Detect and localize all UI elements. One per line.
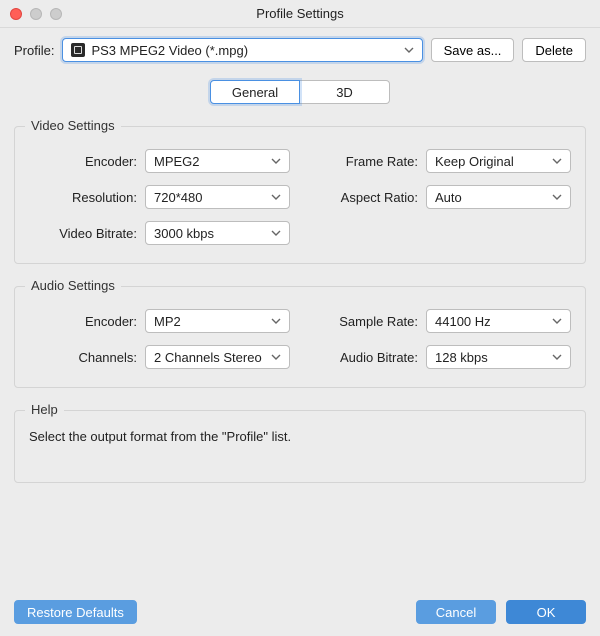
help-text: Select the output format from the "Profi… [29, 429, 571, 444]
video-settings-group: Video Settings Encoder: MPEG2 Frame Rate… [14, 126, 586, 264]
audio-bitrate-label: Audio Bitrate: [310, 350, 418, 365]
resolution-label: Resolution: [29, 190, 137, 205]
aspect-ratio-value: Auto [435, 190, 462, 205]
chevron-down-icon [271, 318, 281, 324]
profile-row: Profile: PS3 MPEG2 Video (*.mpg) Save as… [14, 38, 586, 62]
sample-rate-select[interactable]: 44100 Hz [426, 309, 571, 333]
ok-button[interactable]: OK [506, 600, 586, 624]
audio-bitrate-select[interactable]: 128 kbps [426, 345, 571, 369]
help-title: Help [25, 402, 64, 417]
chevron-down-icon [552, 318, 562, 324]
close-window-button[interactable] [10, 8, 22, 20]
frame-rate-select[interactable]: Keep Original [426, 149, 571, 173]
footer: Restore Defaults Cancel OK [0, 588, 600, 636]
tabs: General 3D [210, 80, 390, 104]
aspect-ratio-label: Aspect Ratio: [310, 190, 418, 205]
profile-format-icon [71, 43, 85, 57]
restore-defaults-button[interactable]: Restore Defaults [14, 600, 137, 624]
video-bitrate-label: Video Bitrate: [29, 226, 137, 241]
profile-label: Profile: [14, 43, 54, 58]
audio-encoder-value: MP2 [154, 314, 181, 329]
audio-encoder-select[interactable]: MP2 [145, 309, 290, 333]
video-encoder-select[interactable]: MPEG2 [145, 149, 290, 173]
titlebar: Profile Settings [0, 0, 600, 28]
profile-select[interactable]: PS3 MPEG2 Video (*.mpg) [62, 38, 422, 62]
video-bitrate-value: 3000 kbps [154, 226, 214, 241]
chevron-down-icon [552, 354, 562, 360]
chevron-down-icon [552, 158, 562, 164]
resolution-select[interactable]: 720*480 [145, 185, 290, 209]
video-encoder-value: MPEG2 [154, 154, 200, 169]
chevron-down-icon [271, 194, 281, 200]
chevron-down-icon [404, 47, 414, 53]
audio-encoder-label: Encoder: [29, 314, 137, 329]
chevron-down-icon [552, 194, 562, 200]
profile-select-value: PS3 MPEG2 Video (*.mpg) [91, 43, 248, 58]
video-bitrate-select[interactable]: 3000 kbps [145, 221, 290, 245]
help-group: Help Select the output format from the "… [14, 410, 586, 483]
audio-settings-title: Audio Settings [25, 278, 121, 293]
tab-general[interactable]: General [210, 80, 300, 104]
channels-label: Channels: [29, 350, 137, 365]
window-title: Profile Settings [256, 6, 343, 21]
tab-3d[interactable]: 3D [300, 80, 390, 104]
cancel-button[interactable]: Cancel [416, 600, 496, 624]
chevron-down-icon [271, 158, 281, 164]
video-encoder-label: Encoder: [29, 154, 137, 169]
sample-rate-label: Sample Rate: [310, 314, 418, 329]
frame-rate-value: Keep Original [435, 154, 514, 169]
chevron-down-icon [271, 230, 281, 236]
chevron-down-icon [271, 354, 281, 360]
audio-bitrate-value: 128 kbps [435, 350, 488, 365]
minimize-window-button [30, 8, 42, 20]
resolution-value: 720*480 [154, 190, 202, 205]
zoom-window-button [50, 8, 62, 20]
sample-rate-value: 44100 Hz [435, 314, 491, 329]
delete-button[interactable]: Delete [522, 38, 586, 62]
frame-rate-label: Frame Rate: [310, 154, 418, 169]
aspect-ratio-select[interactable]: Auto [426, 185, 571, 209]
video-settings-title: Video Settings [25, 118, 121, 133]
channels-value: 2 Channels Stereo [154, 350, 262, 365]
window-controls [10, 8, 62, 20]
channels-select[interactable]: 2 Channels Stereo [145, 345, 290, 369]
save-as-button[interactable]: Save as... [431, 38, 515, 62]
audio-settings-group: Audio Settings Encoder: MP2 Sample Rate:… [14, 286, 586, 388]
